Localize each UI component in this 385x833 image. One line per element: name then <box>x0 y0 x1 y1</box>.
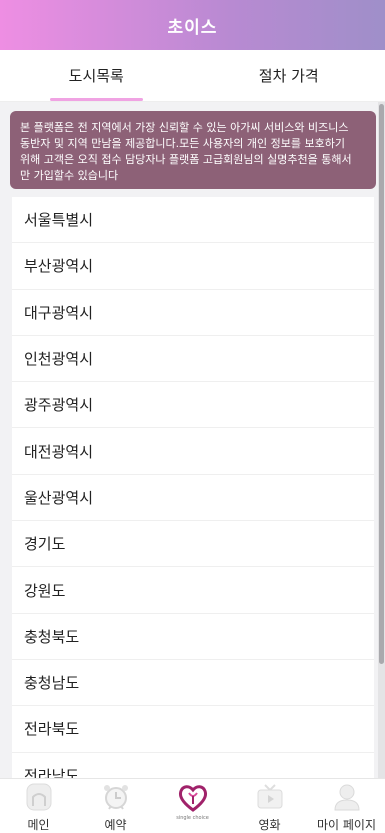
notice-line: 위해 고객은 오직 접수 담당자나 플랫폼 고급회원님의 실명추천을 통해서 <box>20 153 352 166</box>
city-label: 경기도 <box>24 535 66 554</box>
nav-item-logo[interactable]: single choice <box>154 779 231 833</box>
scrollbar-thumb[interactable] <box>379 104 384 664</box>
city-label: 인천광역시 <box>24 350 94 369</box>
nav-item-my-page[interactable]: 마이 페이지 <box>308 779 385 833</box>
scrollbar[interactable] <box>378 102 385 778</box>
brand-heart-logo <box>175 782 211 814</box>
home-icon <box>21 782 57 812</box>
notice-line: 동반자 및 지역 만남을 제공합니다.모든 사용자의 개인 정보를 보호하기 <box>20 137 345 150</box>
tv-icon <box>252 782 288 812</box>
logo-text: single choice <box>176 815 209 821</box>
user-icon <box>329 782 365 812</box>
alarm-clock-icon <box>98 782 134 812</box>
nav-item-movie[interactable]: 영화 <box>231 779 308 833</box>
app-title: 초이스 <box>167 17 218 38</box>
city-item-incheon[interactable]: 인천광역시 <box>12 336 374 383</box>
city-label: 전라북도 <box>24 720 80 739</box>
city-item-daejeon[interactable]: 대전광역시 <box>12 428 374 475</box>
city-label: 충청남도 <box>24 674 80 693</box>
city-label: 대구광역시 <box>24 303 94 322</box>
nav-item-reservation[interactable]: 예약 <box>77 779 154 833</box>
nav-label-reservation: 예약 <box>104 818 127 832</box>
city-item-gangwon[interactable]: 강원도 <box>12 567 374 614</box>
city-item-ulsan[interactable]: 울산광역시 <box>12 475 374 522</box>
city-label: 강원도 <box>24 581 66 600</box>
notice-banner: 본 플랫폼은 전 지역에서 가장 신뢰할 수 있는 아가씨 서비스와 비즈니스 … <box>10 111 376 189</box>
nav-item-main[interactable]: 메인 <box>0 779 77 833</box>
city-item-busan[interactable]: 부산광역시 <box>12 243 374 290</box>
city-label: 전라남도 <box>24 766 80 778</box>
city-label: 광주광역시 <box>24 396 94 415</box>
city-label: 대전광역시 <box>24 442 94 461</box>
city-item-gwangju[interactable]: 광주광역시 <box>12 382 374 429</box>
city-item-jeonnam[interactable]: 전라남도 <box>12 753 374 778</box>
notice-line: 본 플랫폼은 전 지역에서 가장 신뢰할 수 있는 아가씨 서비스와 비즈니스 <box>20 121 349 134</box>
city-item-jeonbuk[interactable]: 전라북도 <box>12 706 374 753</box>
city-item-chungnam[interactable]: 충청남도 <box>12 660 374 707</box>
notice-line: 만 가입할수 있습니다 <box>20 169 119 182</box>
city-label: 충청북도 <box>24 627 80 646</box>
nav-label-my-page: 마이 페이지 <box>316 818 376 832</box>
city-list: 서울특별시 부산광역시 대구광역시 인천광역시 광주광역시 대전광역시 울산광역… <box>12 197 374 778</box>
nav-label-movie: 영화 <box>258 818 281 832</box>
city-item-gyeonggi[interactable]: 경기도 <box>12 521 374 568</box>
tab-bar: 도시목록 절차 가격 <box>0 50 385 102</box>
city-item-seoul[interactable]: 서울특별시 <box>12 197 374 244</box>
tab-city-list[interactable]: 도시목록 <box>0 50 193 101</box>
tab-city-list-label: 도시목록 <box>68 67 124 85</box>
city-item-chungbuk[interactable]: 충청북도 <box>12 614 374 660</box>
city-label: 서울특별시 <box>24 211 94 230</box>
city-label: 울산광역시 <box>24 488 94 507</box>
nav-label-main: 메인 <box>27 818 50 832</box>
tab-procedure-price-label: 절차 가격 <box>258 67 319 85</box>
app-header: 초이스 <box>0 0 385 50</box>
tab-procedure-price[interactable]: 절차 가격 <box>193 50 385 101</box>
city-label: 부산광역시 <box>24 257 94 276</box>
city-item-daegu[interactable]: 대구광역시 <box>12 290 374 336</box>
bottom-nav: 메인 예약 single choice 영화 마이 페이지 <box>0 778 385 833</box>
